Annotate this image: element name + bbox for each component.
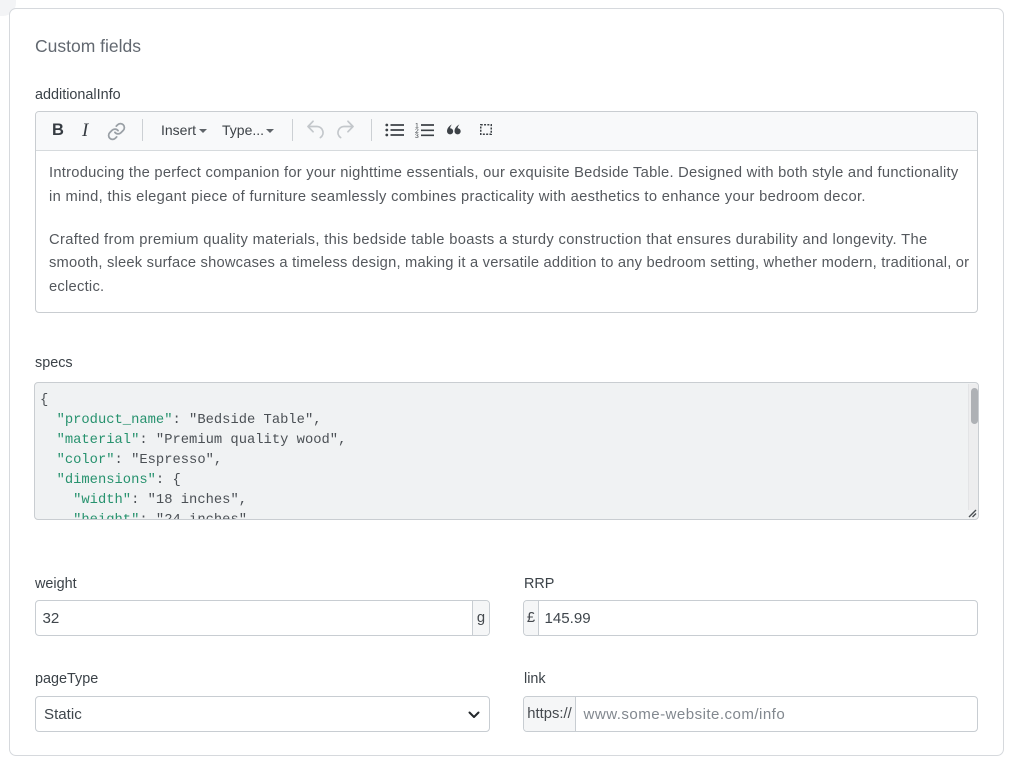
svg-text:3: 3 bbox=[415, 133, 419, 139]
